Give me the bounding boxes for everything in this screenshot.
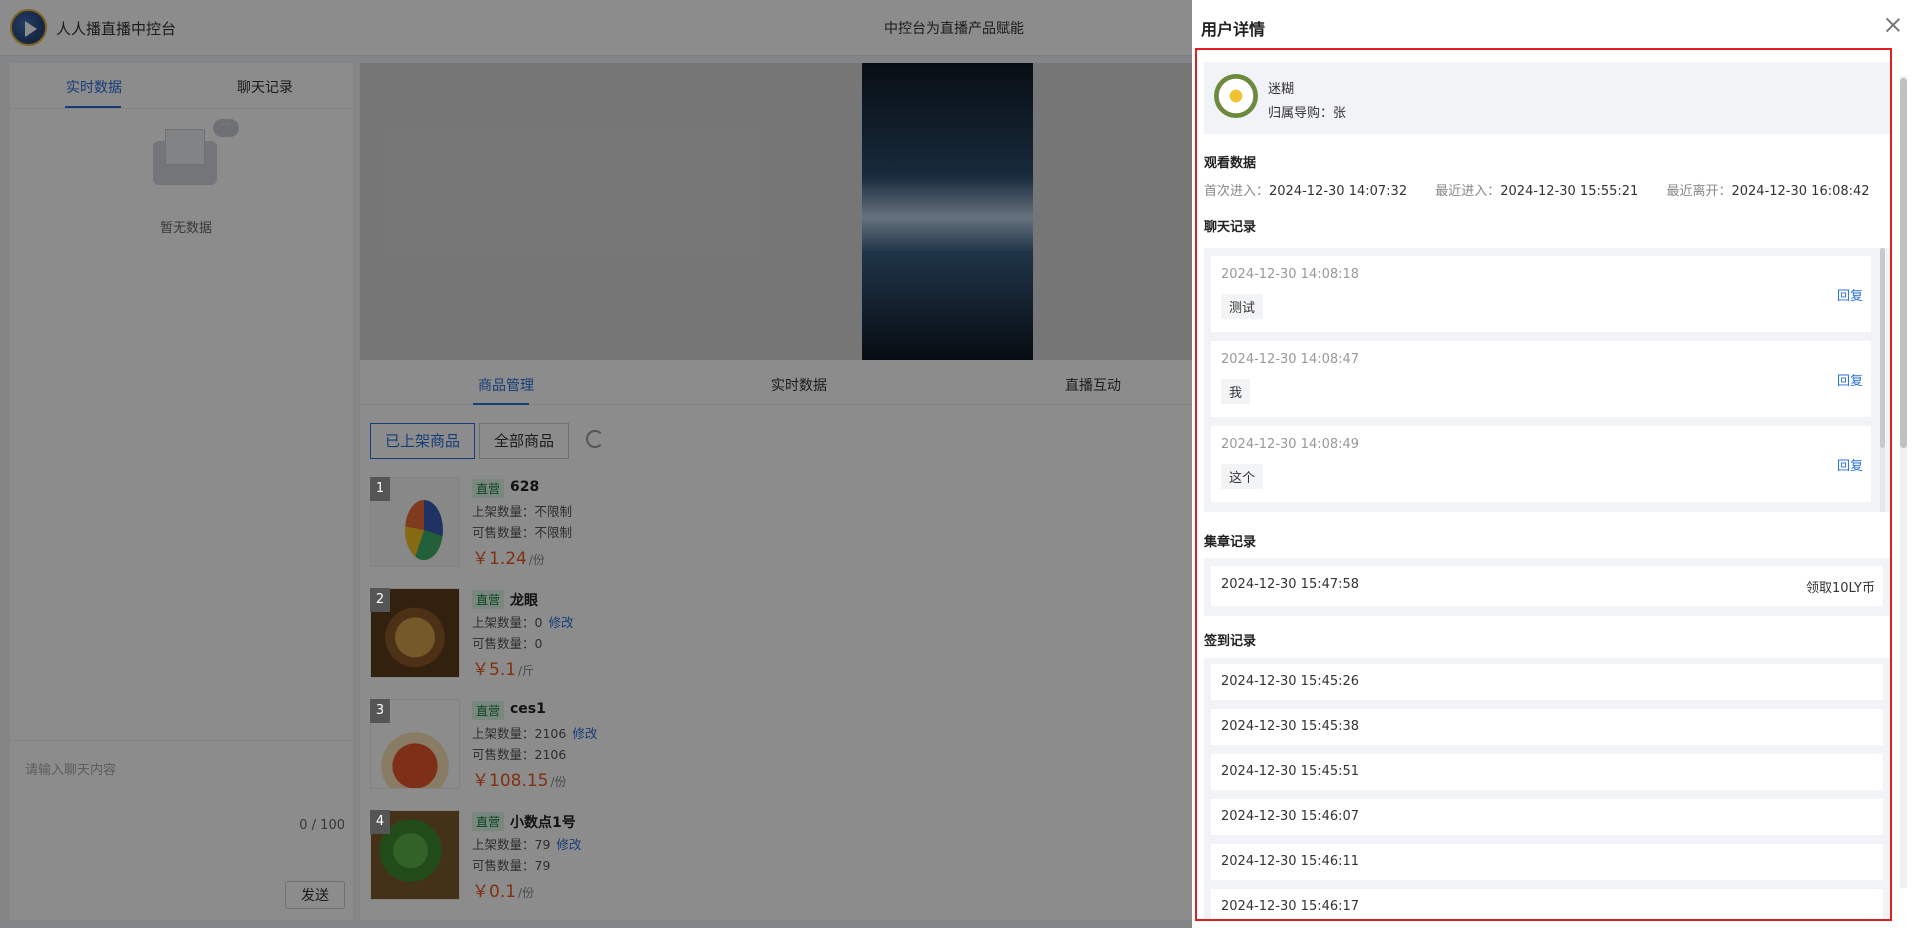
drawer-scroll-thumb[interactable] <box>1900 78 1907 448</box>
reply-link[interactable]: 回复 <box>1837 370 1863 389</box>
chat-record-list: 2024-12-30 14:08:18 测试 回复 2024-12-30 14:… <box>1204 248 1890 512</box>
stamp-record-item: 2024-12-30 15:47:58 领取10LY币 <box>1211 566 1883 606</box>
user-detail-drawer: 用户详情 迷糊 归属导购：张 观看数据 首次进入：2024-12-30 14:0… <box>1192 0 1912 928</box>
recent-enter-time: 2024-12-30 15:55:21 <box>1500 184 1639 199</box>
checkin-record-item: 2024-12-30 15:46:11 <box>1211 844 1883 880</box>
watch-data-row: 首次进入：2024-12-30 14:07:32 最近进入：2024-12-30… <box>1204 184 1870 199</box>
recent-leave-time: 2024-12-30 16:08:42 <box>1731 184 1870 199</box>
avatar <box>1214 74 1258 118</box>
checkin-record-item: 2024-12-30 15:46:07 <box>1211 799 1883 835</box>
checkin-record-item: 2024-12-30 15:45:51 <box>1211 754 1883 790</box>
drawer-body: 迷糊 归属导购：张 观看数据 首次进入：2024-12-30 14:07:32 … <box>1195 48 1892 921</box>
chat-time: 2024-12-30 14:08:47 <box>1221 352 1360 367</box>
user-name: 迷糊 <box>1268 82 1295 97</box>
watch-data-title: 观看数据 <box>1204 156 1257 171</box>
stamp-records-title: 集章记录 <box>1204 535 1257 550</box>
checkin-record-item: 2024-12-30 15:45:26 <box>1211 664 1883 700</box>
chat-message: 这个 <box>1221 464 1264 489</box>
chat-message: 我 <box>1221 379 1251 404</box>
checkin-records-title: 签到记录 <box>1204 634 1257 649</box>
checkin-record-item: 2024-12-30 15:45:38 <box>1211 709 1883 745</box>
stamp-record-list: 2024-12-30 15:47:58 领取10LY币 <box>1204 558 1890 616</box>
chat-record-item: 2024-12-30 14:08:47 我 回复 <box>1211 341 1871 417</box>
checkin-record-item: 2024-12-30 15:46:17 <box>1211 889 1883 919</box>
drawer-title: 用户详情 <box>1201 20 1266 39</box>
user-guide: 归属导购：张 <box>1268 106 1347 121</box>
chat-record-item: 2024-12-30 14:08:18 测试 回复 <box>1211 256 1871 332</box>
checkin-record-list: 2024-12-30 15:45:26 2024-12-30 15:45:38 … <box>1204 658 1890 919</box>
stamp-time: 2024-12-30 15:47:58 <box>1221 577 1360 592</box>
product-index: 2 <box>370 588 390 612</box>
chat-time: 2024-12-30 14:08:49 <box>1221 437 1360 452</box>
close-icon[interactable] <box>1884 16 1902 34</box>
chat-records-title: 聊天记录 <box>1204 220 1257 235</box>
product-index: 4 <box>370 810 390 834</box>
product-index: 1 <box>370 477 390 501</box>
stamp-reward: 领取10LY币 <box>1806 581 1875 596</box>
reply-link[interactable]: 回复 <box>1837 455 1863 474</box>
modal-overlay[interactable] <box>0 0 1192 928</box>
chat-record-item: 2024-12-30 14:08:49 这个 回复 <box>1211 426 1871 502</box>
reply-link[interactable]: 回复 <box>1837 285 1863 304</box>
product-index: 3 <box>370 699 390 723</box>
user-card: 迷糊 归属导购：张 <box>1204 62 1890 134</box>
chat-time: 2024-12-30 14:08:18 <box>1221 267 1360 282</box>
chat-scroll-thumb[interactable] <box>1880 248 1885 448</box>
chat-message: 测试 <box>1221 294 1264 319</box>
first-enter-time: 2024-12-30 14:07:32 <box>1269 184 1408 199</box>
